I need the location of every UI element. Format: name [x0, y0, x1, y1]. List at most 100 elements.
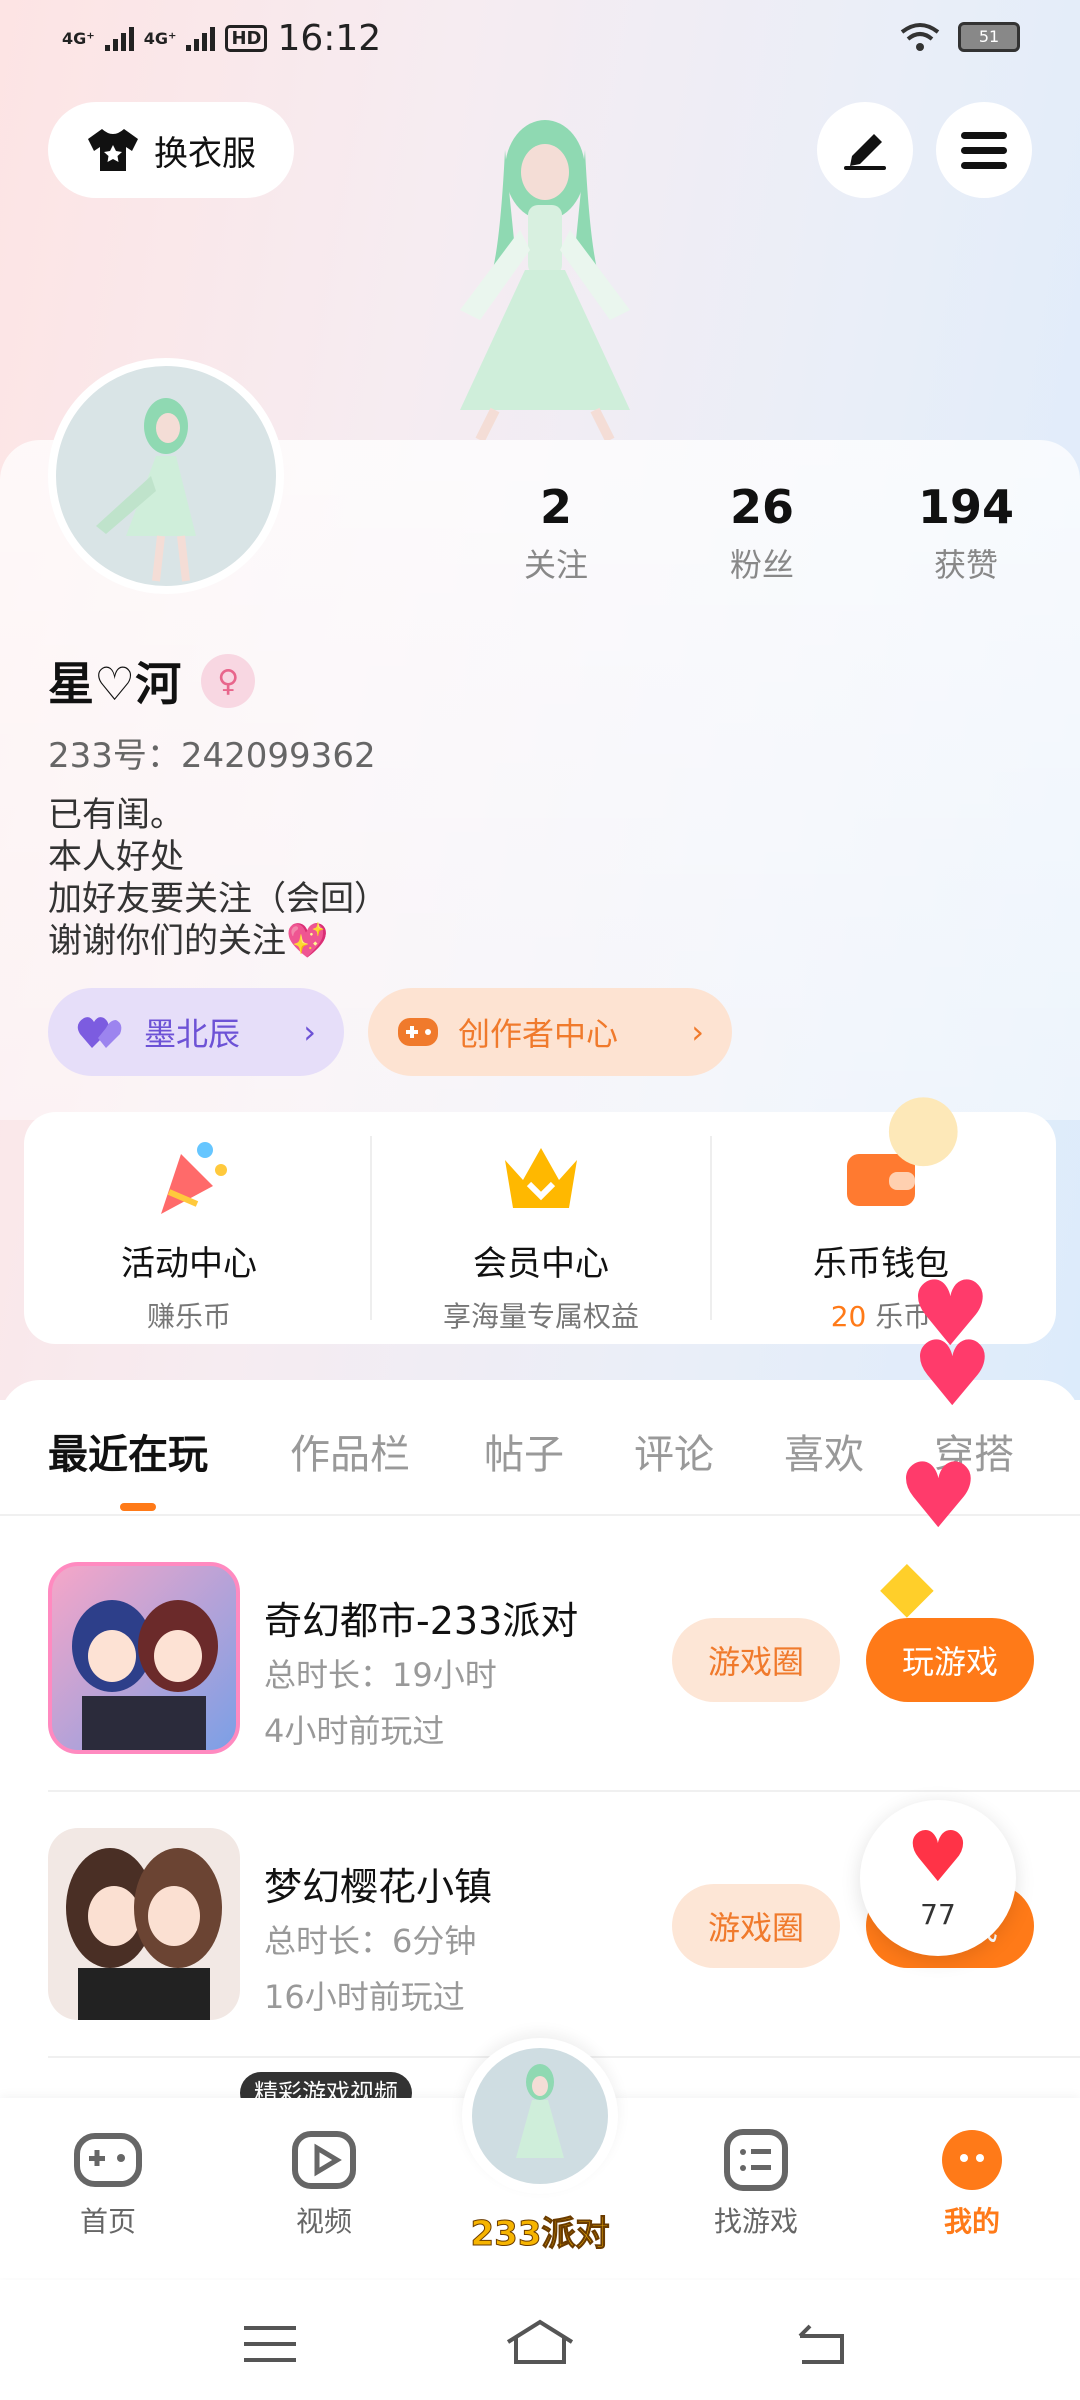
game-playtime: 总时长：19小时: [264, 1656, 497, 1694]
fans-stat[interactable]: 26 粉丝: [682, 480, 842, 586]
member-center[interactable]: 会员中心 享海量专属权益: [376, 1112, 706, 1344]
wallet-sub: 20 乐币: [716, 1295, 1046, 1335]
username-row: 星♡河 ♀: [48, 648, 256, 714]
change-outfit-button[interactable]: 换衣服: [48, 102, 294, 198]
likes-stat[interactable]: 194 获赞: [886, 480, 1046, 586]
video-play-icon: [292, 2131, 356, 2189]
game-art: [72, 1600, 218, 1750]
divider: [370, 1136, 372, 1320]
tab-comments[interactable]: 评论: [634, 1422, 714, 1480]
recent-apps-icon[interactable]: [244, 2324, 296, 2364]
avatar-party: [472, 2048, 608, 2184]
game-title: 奇幻都市-233派对: [264, 1599, 579, 1643]
game-circle-button[interactable]: 游戏圈: [672, 1618, 840, 1702]
profile-avatar[interactable]: [48, 358, 284, 594]
creator-center-label: 创作者中心: [458, 1015, 619, 1053]
crown-icon: [505, 1148, 577, 1208]
battery-indicator: 51: [958, 22, 1020, 52]
nav-video[interactable]: 视频: [254, 2128, 394, 2240]
bio-line: 已有闺。: [48, 795, 184, 835]
menu-icon: [961, 132, 1007, 169]
signal-1-icon: [104, 26, 134, 51]
user-id: 233号：242099362: [48, 736, 376, 776]
member-center-sub: 享海量专属权益: [442, 1300, 639, 1333]
female-icon: ♀: [201, 654, 256, 708]
nav-me[interactable]: 我的: [902, 2128, 1042, 2240]
signal-1-label: 4G⁺: [62, 28, 95, 48]
nav-find-games[interactable]: 找游戏: [686, 2128, 826, 2240]
member-center-title: 会员中心: [473, 1244, 609, 1284]
friend-pill-label: 墨北辰: [144, 1015, 241, 1053]
following-label: 关注: [523, 546, 588, 584]
gamepad-icon: [398, 1018, 438, 1046]
wallet-balance: 20: [830, 1300, 867, 1333]
system-nav-bar: [0, 2280, 1080, 2400]
play-game-button[interactable]: 玩游戏: [866, 1618, 1034, 1702]
chevron-right-icon: ›: [303, 1013, 316, 1051]
game-circle-button[interactable]: 游戏圈: [672, 1884, 840, 1968]
floating-gamepad-icon: ◆: [880, 1544, 934, 1626]
activity-center-sub: 赚乐币: [146, 1300, 231, 1333]
double-heart-icon: [77, 1017, 122, 1048]
floating-heart-icon: ♥: [912, 1322, 993, 1427]
fans-label: 粉丝: [729, 546, 794, 584]
list-icon: [724, 2129, 788, 2191]
change-outfit-label: 换衣服: [154, 133, 256, 174]
home-icon[interactable]: [504, 2318, 576, 2366]
shirt-icon: [88, 129, 138, 171]
following-count: 2: [539, 480, 572, 534]
floating-heart-icon: ♥: [898, 1444, 979, 1549]
back-icon[interactable]: [796, 2322, 848, 2366]
nav-party[interactable]: [462, 2038, 618, 2194]
party-avatar-figure: [516, 2064, 564, 2158]
bottom-nav: 首页 视频 233派对 找游戏 我的: [0, 2038, 1080, 2278]
menu-button[interactable]: [936, 102, 1032, 198]
creator-center-pill[interactable]: 创作者中心 ›: [368, 988, 732, 1076]
nav-video-label: 视频: [295, 2205, 352, 2238]
tab-works[interactable]: 作品栏: [290, 1422, 410, 1480]
status-bar: 4G⁺ 4G⁺ HD 16:12 51: [0, 0, 1080, 80]
tab-likes[interactable]: 喜欢: [784, 1422, 864, 1480]
game-art: [66, 1848, 222, 2020]
bio-line: 谢谢你们的关注💖: [48, 921, 329, 961]
likes-label: 获赞: [933, 546, 998, 584]
tab-posts[interactable]: 帖子: [484, 1422, 564, 1480]
username: 星♡河: [48, 657, 182, 711]
game-thumbnail: [48, 1562, 240, 1754]
game-title: 梦幻樱花小镇: [264, 1865, 493, 1909]
bio: 已有闺。 本人好处 加好友要关注（会回） 谢谢你们的关注💖: [48, 794, 388, 962]
following-stat[interactable]: 2 关注: [476, 480, 636, 586]
heart-icon: ♥: [906, 1816, 970, 1898]
likes-count: 194: [917, 480, 1015, 534]
wifi-icon: [900, 23, 940, 51]
tab-recent[interactable]: 最近在玩: [48, 1422, 208, 1480]
game-last-played: 16小时前玩过: [264, 1978, 465, 2016]
wallet[interactable]: 乐币钱包 20 乐币: [716, 1112, 1046, 1344]
game-last-played: 4小时前玩过: [264, 1712, 445, 1750]
gamepad-icon: [74, 2133, 142, 2187]
edit-profile-button[interactable]: [817, 102, 913, 198]
bio-line: 加好友要关注（会回）: [48, 879, 388, 919]
signal-2-label: 4G⁺: [143, 28, 177, 48]
nav-party-label: 233派对: [470, 2214, 610, 2255]
divider: [48, 1790, 1080, 1792]
nav-home-label: 首页: [79, 2205, 136, 2238]
tab-indicator: [120, 1503, 156, 1511]
game-playtime: 总时长：6分钟: [264, 1922, 477, 1960]
nav-me-label: 我的: [943, 2205, 1000, 2238]
party-popper-icon: [161, 1142, 227, 1214]
like-float-button[interactable]: ♥ 77: [860, 1800, 1016, 1956]
nav-home[interactable]: 首页: [38, 2128, 178, 2240]
avatar-figure: [96, 398, 196, 582]
me-icon: [942, 2130, 1002, 2190]
fans-count: 26: [729, 480, 794, 534]
friend-pill[interactable]: 墨北辰 ›: [48, 988, 344, 1076]
pen-icon: [844, 134, 886, 170]
game-thumbnail: [48, 1828, 240, 2020]
bio-line: 本人好处: [48, 837, 184, 877]
character-3d-avatar[interactable]: [420, 110, 670, 440]
nav-find-games-label: 找游戏: [713, 2205, 798, 2238]
activity-center[interactable]: 活动中心 赚乐币: [24, 1112, 354, 1344]
wallet-title: 乐币钱包: [813, 1244, 949, 1284]
chevron-right-icon: ›: [691, 1013, 704, 1051]
